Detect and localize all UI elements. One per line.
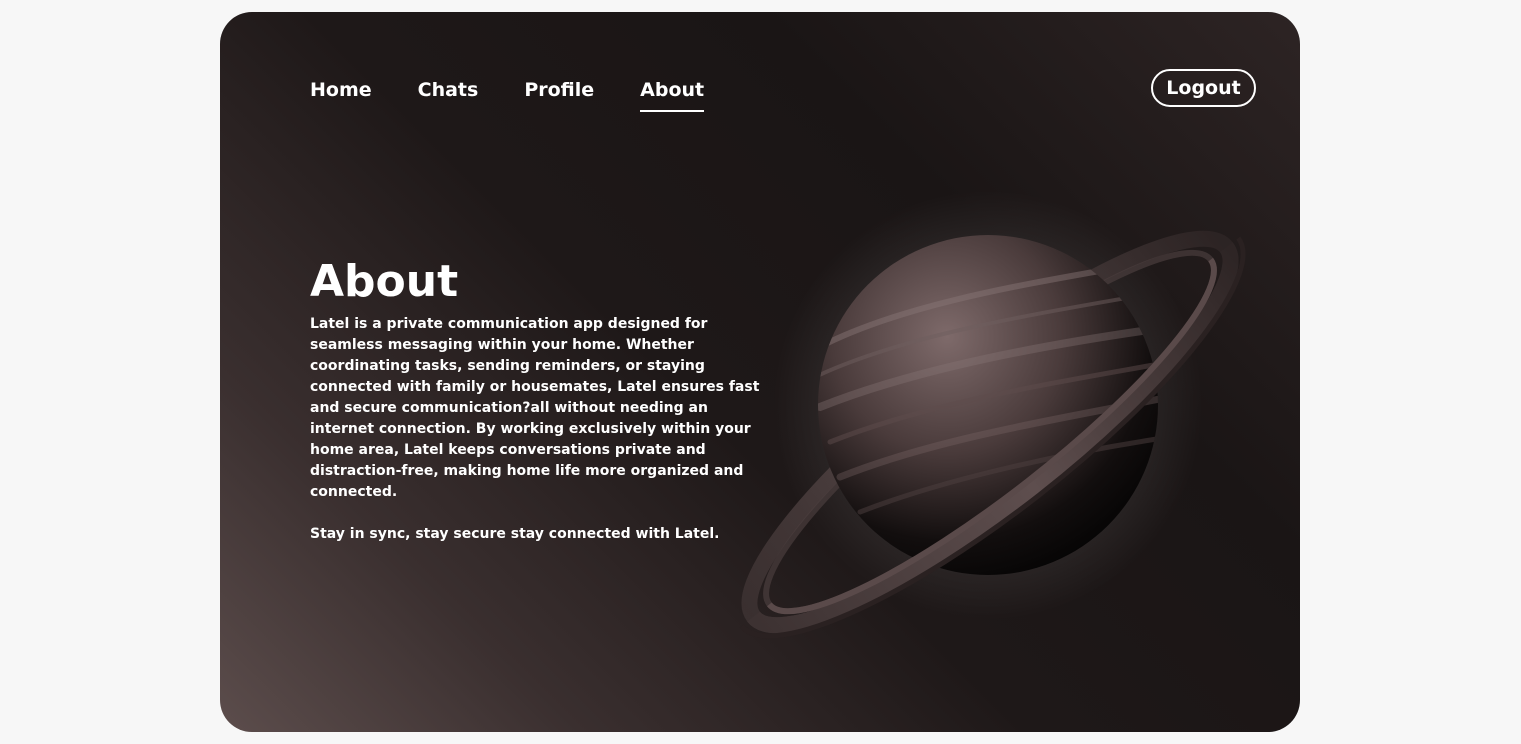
top-nav: Home Chats Profile About bbox=[310, 76, 750, 112]
main-card: Home Chats Profile About Logout About La… bbox=[220, 12, 1300, 732]
nav-profile[interactable]: Profile bbox=[524, 76, 594, 112]
about-paragraph-2: Stay in sync, stay secure stay connected… bbox=[310, 526, 720, 542]
about-paragraph-1: Latel is a private communication app des… bbox=[310, 316, 760, 500]
nav-home[interactable]: Home bbox=[310, 76, 372, 112]
saturn-icon bbox=[739, 190, 1246, 639]
saturn-planet-illustration bbox=[720, 190, 1260, 662]
logout-button[interactable]: Logout bbox=[1151, 69, 1256, 107]
about-description: Latel is a private communication app des… bbox=[310, 314, 760, 566]
page-title: About bbox=[310, 256, 459, 307]
nav-about[interactable]: About bbox=[640, 76, 705, 112]
nav-chats[interactable]: Chats bbox=[418, 76, 479, 112]
